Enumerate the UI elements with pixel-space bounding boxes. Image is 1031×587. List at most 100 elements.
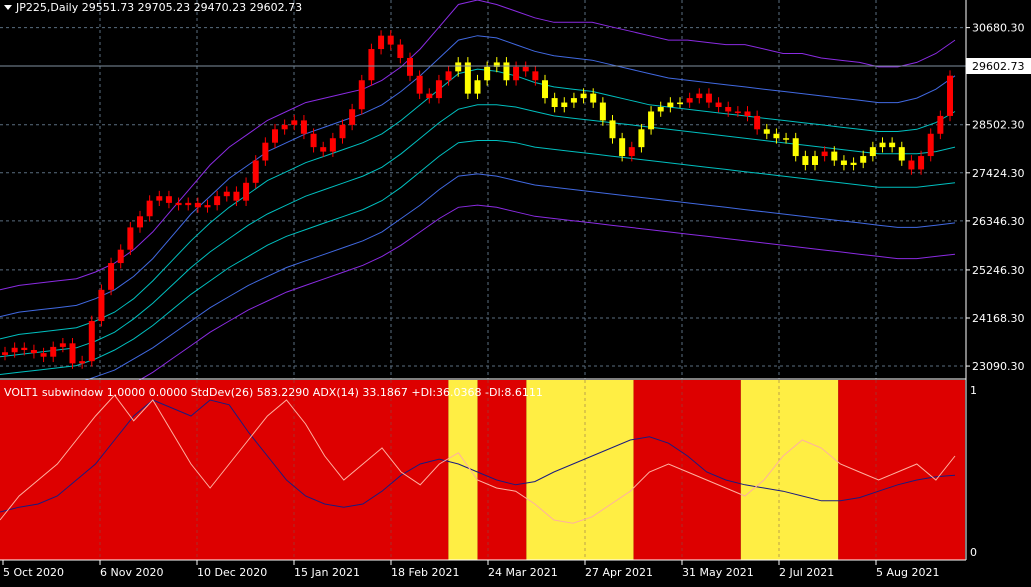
chart-canvas[interactable]: 30680.30 28502.30 27424.30 26346.30 25246.30… [0, 0, 1031, 583]
candle-body [262, 142, 269, 161]
time-tick-label: 18 Feb 2021 [391, 566, 459, 579]
candle-body [108, 263, 115, 290]
current-price-label: 29602.73 [972, 60, 1025, 73]
candle-body [397, 44, 404, 58]
candle-body [426, 93, 433, 99]
candle-body [812, 156, 818, 165]
candle-body [281, 124, 288, 130]
candle-body [696, 93, 703, 99]
candle-body [686, 98, 693, 103]
candle-body [300, 120, 307, 134]
candle-body [291, 120, 298, 125]
candle-body [705, 93, 712, 103]
time-tick-label: 6 Nov 2020 [100, 566, 163, 579]
candle-body [98, 289, 105, 322]
candle-body [310, 133, 317, 148]
regime-yellow [526, 380, 634, 560]
candle-body [821, 151, 828, 157]
candle-body [947, 75, 953, 116]
symbol-header: JP225,Daily 29551.73 29705.23 29470.23 2… [15, 1, 302, 14]
candle-body [329, 138, 336, 152]
indicator-tick-label: 1 [970, 384, 977, 397]
candle-body [40, 353, 47, 357]
candle-body [175, 202, 182, 206]
candle-body [522, 66, 529, 72]
candle-body [474, 80, 481, 94]
candle-body [435, 80, 442, 99]
candle-body [840, 160, 847, 165]
candle-body [715, 102, 722, 108]
candle-body [773, 133, 780, 139]
candle-body [677, 102, 683, 105]
candle-body [609, 120, 616, 139]
time-tick-label: 24 Mar 2021 [488, 566, 558, 579]
candle-body [898, 147, 905, 161]
candle-body [185, 202, 192, 206]
candle-body [194, 202, 201, 208]
candle-body [513, 66, 520, 81]
candle-body [503, 62, 510, 81]
candle-body [88, 321, 95, 362]
candle-body [146, 200, 153, 217]
candle-body [407, 57, 413, 76]
regime-yellow [740, 380, 839, 560]
candle-body [551, 98, 558, 108]
candle-body [648, 111, 655, 130]
candle-body [339, 124, 346, 139]
candle-body [387, 35, 394, 45]
price-tick-label: 24168.30 [972, 312, 1025, 325]
candle-body [908, 160, 915, 170]
price-tick-label: 25246.30 [972, 264, 1025, 277]
candle-body [937, 115, 944, 134]
price-tick-label: 30680.30 [972, 22, 1025, 35]
candle-body [667, 102, 674, 108]
candle-body [464, 62, 471, 94]
candle-body [30, 350, 37, 354]
candle-body [79, 361, 86, 364]
candle-body [233, 191, 240, 201]
candle-body [734, 111, 741, 113]
candle-body [802, 156, 809, 165]
time-tick-label: 27 Apr 2021 [585, 566, 653, 579]
candle-body [11, 347, 18, 353]
candle-body [252, 160, 259, 183]
candle-body [927, 133, 934, 157]
candle-body [137, 216, 143, 228]
candle-body [869, 147, 876, 157]
candle-body [484, 66, 491, 81]
candle-body [580, 93, 587, 99]
candle-body [320, 147, 327, 152]
candle-body [455, 62, 462, 72]
price-tick-label: 26346.30 [972, 215, 1025, 228]
candle-body [2, 352, 8, 355]
candle-body [204, 205, 211, 208]
candle-body [368, 49, 375, 81]
candle-body [69, 343, 76, 364]
price-tick-label: 28502.30 [972, 119, 1025, 132]
candle-body [50, 346, 57, 357]
candle-body [763, 129, 770, 134]
time-tick-label: 2 Jul 2021 [779, 566, 834, 579]
candle-body [918, 156, 925, 170]
candle-body [378, 35, 385, 50]
time-tick-label: 5 Oct 2020 [3, 566, 64, 579]
candle-body [590, 93, 597, 103]
candle-body [754, 115, 761, 130]
candle-body [272, 129, 278, 143]
candle-body [831, 151, 838, 161]
candle-body [783, 138, 790, 140]
candle-body [561, 102, 568, 108]
candle-body [570, 98, 577, 103]
candle-body [599, 102, 606, 121]
regime-red [633, 380, 741, 560]
candle-body [165, 196, 172, 203]
time-tick-label: 15 Jan 2021 [294, 566, 360, 579]
price-tick-label: 23090.30 [972, 360, 1025, 373]
candle-body [638, 129, 645, 148]
candle-body [214, 196, 221, 206]
trading-chart[interactable]: 30680.30 28502.30 27424.30 26346.30 25246.30… [0, 0, 1031, 583]
regime-red [477, 380, 527, 560]
candle-body [349, 109, 356, 125]
candle-body [21, 347, 28, 351]
candle-body [889, 142, 896, 148]
